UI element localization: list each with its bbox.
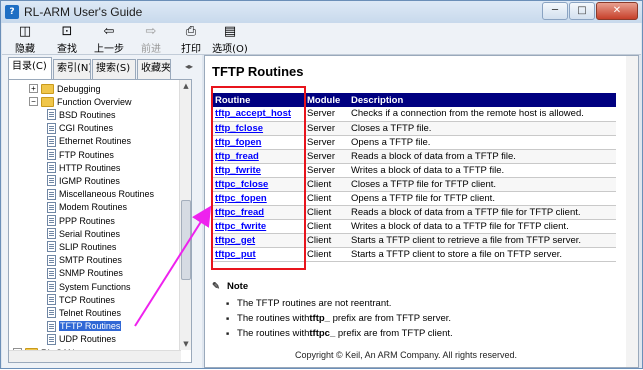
annotation-arrow <box>134 205 212 327</box>
help-window: ? RL-ARM User's Guide ─ □ ✕ ◫ 隐藏 ⊡ 查找 ⇦ 上一步 ⇨ 前… <box>0 0 643 369</box>
arrow-line <box>134 205 212 327</box>
